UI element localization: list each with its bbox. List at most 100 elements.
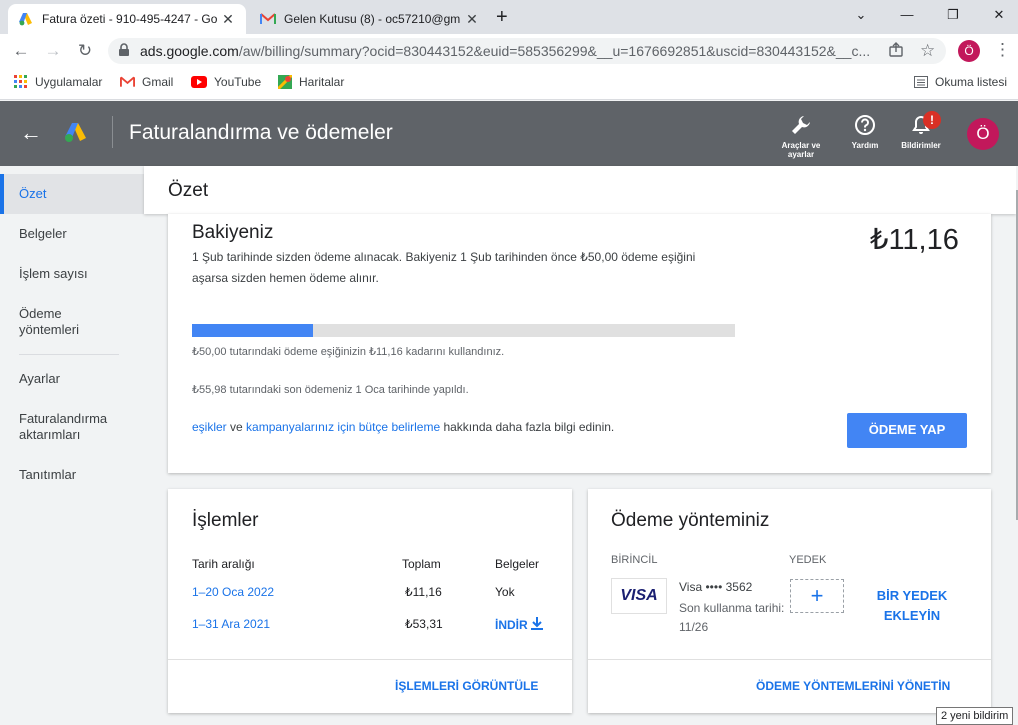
transaction-total: ₺53,31: [405, 617, 443, 631]
balance-amount: ₺11,16: [870, 224, 959, 256]
bookmark-gmail[interactable]: Gmail: [120, 75, 173, 89]
add-backup-plus-icon[interactable]: +: [790, 579, 844, 613]
column-header-total: Toplam: [402, 557, 441, 571]
thresholds-link[interactable]: eşikler: [192, 420, 227, 434]
restore-button[interactable]: ❐: [930, 4, 976, 26]
info-and: ve: [226, 420, 247, 434]
primary-label: BİRİNCİL: [611, 554, 658, 566]
last-payment-text: ₺55,98 tutarındaki son ödemeniz 1 Oca ta…: [192, 384, 469, 396]
back-arrow-icon[interactable]: ←: [20, 120, 42, 146]
youtube-icon: [191, 76, 207, 88]
tools-settings-label: Araçlar ve ayarlar: [781, 141, 821, 159]
transaction-date-link[interactable]: 1–31 Ara 2021: [192, 617, 270, 631]
add-backup-link[interactable]: BİR YEDEK EKLEYİN: [870, 586, 954, 626]
lock-icon[interactable]: [118, 43, 130, 60]
minimize-button[interactable]: —: [884, 4, 930, 26]
card-divider: [168, 659, 572, 660]
reading-list-label: Okuma listesi: [935, 75, 1008, 89]
gmail-favicon-icon: [260, 11, 276, 27]
profile-avatar[interactable]: Ö: [958, 40, 980, 62]
download-document-link[interactable]: İNDİR: [495, 617, 543, 633]
download-icon: [530, 617, 543, 633]
download-label: İNDİR: [495, 618, 528, 632]
info-rest: hakkında daha fazla bilgi edinin.: [440, 420, 615, 434]
page-header: [144, 166, 1016, 214]
maps-icon: [278, 75, 292, 89]
threshold-progress-track: [192, 324, 735, 337]
page-title: Özet: [168, 180, 209, 201]
notifications-button[interactable]: Bildirimler: [891, 114, 951, 150]
reload-icon[interactable]: ↻: [74, 40, 96, 62]
column-header-documents: Belgeler: [495, 557, 540, 571]
transaction-date-link[interactable]: 1–20 Oca 2022: [192, 585, 274, 599]
sidebar-item-summary[interactable]: Özet: [0, 174, 144, 214]
add-backup-line2: EKLEYİN: [883, 608, 941, 623]
sidebar-divider: [19, 354, 119, 355]
help-icon: [835, 114, 895, 139]
card-expiry-label: Son kullanma tarihi:: [679, 601, 785, 615]
card-expiry-date: 11/26: [679, 620, 709, 634]
help-label: Yardım: [851, 141, 879, 150]
card-divider: [588, 659, 991, 660]
share-icon[interactable]: [888, 42, 904, 61]
make-payment-button[interactable]: ÖDEME YAP: [847, 413, 967, 448]
sidebar-item-payment-methods[interactable]: Ödeme yöntemleri: [0, 306, 110, 338]
transactions-title: İşlemler: [192, 510, 259, 531]
payment-method-title: Ödeme yönteminiz: [611, 510, 770, 531]
view-transactions-link[interactable]: İŞLEMLERİ GÖRÜNTÜLE: [395, 679, 538, 693]
balance-description-line1: 1 Şub tarihinde sizden ödeme alınacak. B…: [192, 250, 696, 264]
sidebar-item-transactions[interactable]: İşlem sayısı: [0, 266, 144, 282]
tab-search-icon[interactable]: ⌄: [838, 4, 884, 26]
apps-grid-icon: [14, 75, 28, 89]
bookmark-star-icon[interactable]: ☆: [920, 41, 935, 61]
threshold-progress-fill: [192, 324, 314, 337]
bookmark-maps[interactable]: Haritalar: [278, 75, 344, 89]
close-tab-icon[interactable]: ✕: [220, 11, 236, 28]
budget-link[interactable]: kampanyalarınız için bütçe belirleme: [246, 420, 440, 434]
sidebar-item-promotions[interactable]: Tanıtımlar: [0, 467, 144, 483]
url-text[interactable]: ads.google.com/aw/billing/summary?ocid=8…: [140, 43, 876, 59]
bookmark-youtube[interactable]: YouTube: [191, 75, 261, 89]
wrench-icon: [771, 114, 831, 139]
manage-payment-methods-link[interactable]: ÖDEME YÖNTEMLERİNİ YÖNETİN: [756, 679, 950, 693]
bookmark-label: Uygulamalar: [35, 75, 103, 89]
column-header-date: Tarih aralığı: [192, 557, 255, 571]
bookmark-label: YouTube: [214, 75, 262, 89]
tab-gmail-inbox[interactable]: Gelen Kutusu (8) - oc57210@gm ✕: [250, 4, 490, 34]
bookmark-apps[interactable]: Uygulamalar: [14, 75, 102, 89]
transaction-documents: Yok: [495, 585, 515, 599]
threshold-usage-text: ₺50,00 tutarındaki ödeme eşiğinizin ₺11,…: [192, 346, 505, 358]
url-path: /aw/billing/summary?ocid=830443152&euid=…: [238, 43, 871, 59]
header-title: Faturalandırma ve ödemeler: [129, 121, 393, 144]
notification-badge: !: [923, 111, 941, 129]
sidebar-item-documents[interactable]: Belgeler: [0, 226, 144, 242]
back-icon[interactable]: ←: [10, 40, 32, 62]
reading-list[interactable]: Okuma listesi: [914, 75, 1007, 89]
account-avatar[interactable]: Ö: [967, 118, 999, 150]
notifications-label: Bildirimler: [901, 141, 941, 150]
reading-list-icon: [914, 76, 928, 88]
close-window-button[interactable]: ✕: [976, 4, 1018, 26]
bell-icon: [891, 114, 951, 139]
transaction-total: ₺11,16: [405, 585, 442, 599]
url-host: ads.google.com: [140, 43, 239, 59]
close-tab-icon[interactable]: ✕: [464, 11, 480, 28]
card-name: Visa •••• 3562: [679, 580, 753, 594]
sidebar-item-settings[interactable]: Ayarlar: [0, 371, 144, 387]
google-ads-favicon-icon: [18, 11, 34, 27]
google-ads-logo-icon[interactable]: [64, 121, 88, 146]
tab-billing-summary[interactable]: Fatura özeti - 910-495-4247 - Go ✕: [8, 4, 246, 34]
sidebar-item-billing-transfers[interactable]: Faturalandırma aktarımları: [0, 411, 125, 443]
bookmark-label: Haritalar: [299, 75, 345, 89]
backup-label: YEDEK: [789, 554, 827, 566]
tools-settings-button[interactable]: Araçlar ve ayarlar: [771, 114, 831, 159]
balance-description-line2: aşarsa sizden hemen ödeme alınır.: [192, 271, 379, 285]
notification-tooltip: 2 yeni bildirim: [936, 707, 1014, 725]
new-tab-button[interactable]: +: [496, 6, 508, 29]
visa-card-icon: VISA: [611, 578, 667, 614]
forward-icon[interactable]: →: [42, 40, 64, 62]
menu-kebab-icon[interactable]: ⋮: [994, 40, 1011, 60]
tab-title: Gelen Kutusu (8) - oc57210@gm: [284, 12, 461, 26]
sidebar: [0, 166, 144, 725]
help-button[interactable]: Yardım: [835, 114, 895, 150]
